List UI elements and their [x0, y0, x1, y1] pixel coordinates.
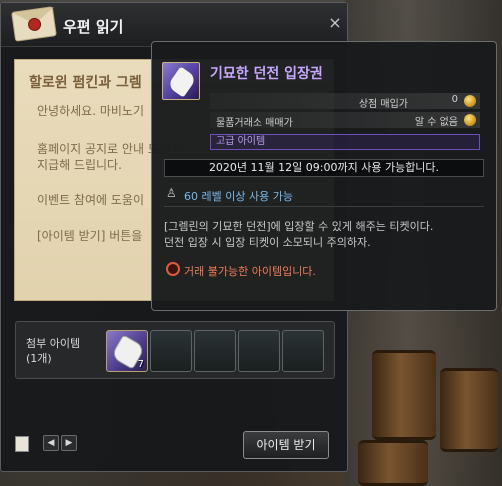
item-grade: 고급 아이템 [210, 134, 480, 150]
item-name: 기묘한 던전 입장권 [210, 66, 323, 82]
attachment-count: (1개) [26, 352, 52, 365]
letter-title: 할로윈 펌킨과 그렘 [29, 75, 142, 91]
attachment-slot-2[interactable] [150, 330, 192, 372]
ticket-scroll-icon [162, 62, 200, 100]
background-barrel [358, 440, 428, 486]
attachment-label: 첨부 아이템 [26, 337, 81, 350]
close-button[interactable]: × [327, 15, 343, 31]
background-barrel [372, 350, 436, 440]
description-line: 던전 입장 시 입장 티켓이 소모되니 주의하자. [164, 236, 371, 249]
attachment-slot-3[interactable] [194, 330, 236, 372]
level-requirement: 60 레벨 이상 사용 가능 [184, 190, 293, 203]
letter-line: 지급해 드립니다. [37, 158, 122, 172]
shop-price-label: 상점 매입가 [358, 99, 408, 110]
attachment-slot-4[interactable] [238, 330, 280, 372]
item-tooltip: 기묘한 던전 입장권 상점 매입가 0 물품거래소 매매가 알 수 없음 고급 … [151, 41, 497, 311]
expiry-date: 2020년 11월 12일 09:00까지 사용 가능합니다. [164, 159, 484, 177]
description-line: [그렘린의 기묘한 던전]에 입장할 수 있게 해주는 티켓이다. [164, 220, 434, 233]
market-price-value: 알 수 없음 [414, 117, 458, 128]
shop-price-value: 0 [451, 94, 458, 105]
attachment-slot-1[interactable]: 7 [106, 330, 148, 372]
prev-page-button[interactable]: ◀ [43, 435, 59, 451]
market-price-label: 물품거래소 매매가 [216, 118, 293, 129]
letter-line: 이벤트 참여에 도움이 [37, 193, 144, 207]
letter-line: [아이템 받기] 버튼을 [37, 229, 143, 243]
shop-price-row: 상점 매입가 0 [210, 93, 480, 110]
next-page-button[interactable]: ▶ [61, 435, 77, 451]
document-icon[interactable] [15, 436, 29, 452]
attachment-slot-5[interactable] [282, 330, 324, 372]
envelope-icon [11, 6, 57, 42]
letter-line: 안녕하세요. 마비노기 [37, 104, 144, 118]
market-price-row: 물품거래소 매매가 알 수 없음 [210, 112, 480, 129]
tooltip-divider [164, 206, 484, 207]
person-icon: ♙ [166, 186, 177, 200]
window-title: 우편 읽기 [63, 18, 124, 36]
gold-coin-icon [464, 95, 476, 107]
item-quantity: 7 [137, 359, 144, 370]
background-barrel [440, 368, 498, 452]
trade-status: 거래 불가능한 아이템입니다. [184, 265, 316, 278]
attachment-panel: 첨부 아이템 (1개) 7 [15, 321, 335, 379]
receive-items-button[interactable]: 아이템 받기 [243, 431, 329, 459]
no-trade-icon [166, 262, 180, 276]
gold-coin-icon [464, 114, 476, 126]
